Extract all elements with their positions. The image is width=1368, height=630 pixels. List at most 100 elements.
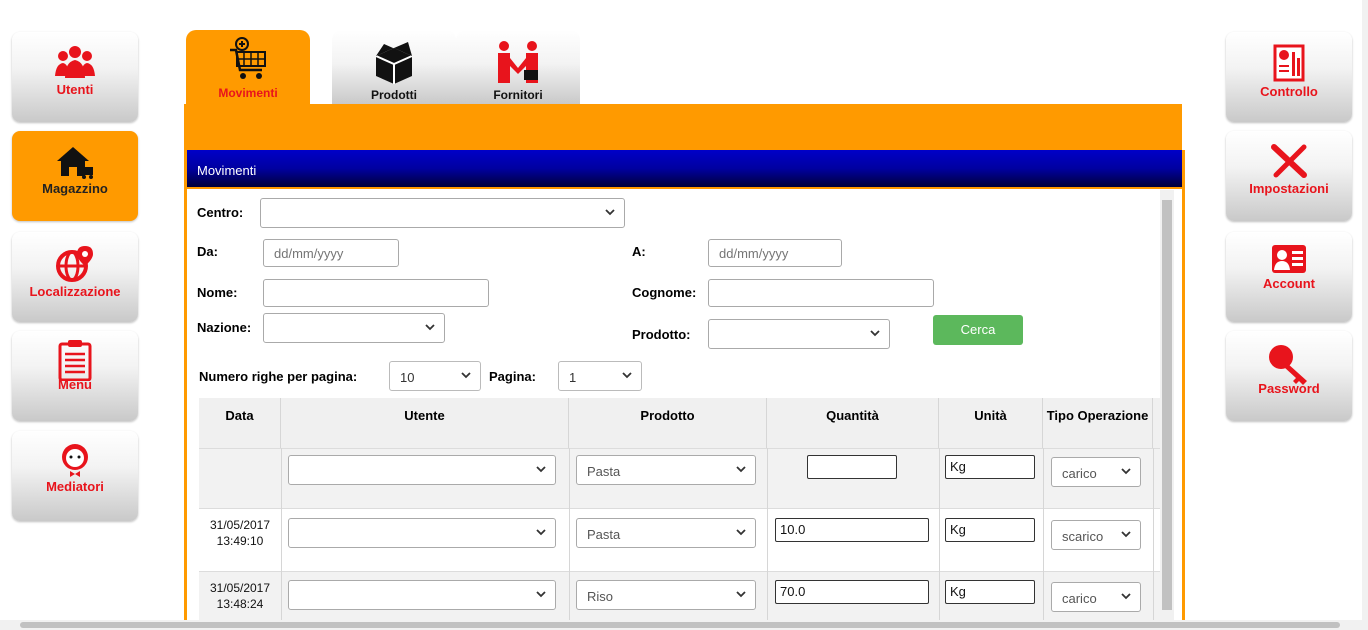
column-divider — [939, 448, 940, 630]
a-label: A: — [632, 244, 646, 259]
sidebar-item-label: Magazzino — [42, 181, 108, 196]
sidebar-item-impostazioni[interactable]: Impostazioni — [1226, 131, 1352, 221]
chevron-down-icon — [461, 372, 471, 379]
nome-field[interactable] — [263, 279, 489, 307]
nazione-select[interactable] — [263, 313, 445, 343]
suppliers-icon — [498, 41, 538, 83]
warehouse-icon — [57, 147, 93, 179]
rows-per-page-value: 10 — [400, 370, 415, 385]
da-label: Da: — [197, 244, 218, 259]
sidebar-item-label: Utenti — [56, 82, 94, 97]
row-date: 31/05/2017 — [209, 518, 271, 532]
chevron-down-icon — [536, 466, 546, 473]
chevron-down-icon — [622, 372, 632, 379]
sidebar-item-label: Account — [1263, 276, 1315, 291]
sidebar-item-magazzino[interactable]: Magazzino — [12, 131, 138, 221]
sidebar-item-label: Controllo — [1260, 84, 1318, 99]
page-vertical-scrollbar[interactable] — [1362, 0, 1368, 620]
chevron-down-icon — [736, 529, 746, 536]
cognome-label: Cognome: — [632, 285, 697, 300]
tab-movimenti[interactable]: Movimenti — [186, 30, 310, 105]
box-icon — [375, 42, 413, 84]
page-label: Pagina: — [489, 369, 536, 384]
column-header: Unità — [939, 398, 1043, 448]
rows-per-page-select[interactable]: 10 — [389, 361, 481, 391]
sidebar-item-account[interactable]: Account — [1226, 232, 1352, 322]
sidebar-item-mediatori[interactable]: Mediatori — [12, 431, 138, 521]
tab-fornitori[interactable]: Fornitori — [456, 30, 580, 104]
tab-prodotti[interactable]: Prodotti — [332, 30, 456, 104]
column-header: Utente — [281, 398, 569, 448]
date-cell: 31/05/2017 13:49:10 — [199, 517, 281, 549]
tab-label: Prodotti — [371, 88, 417, 102]
panel-title: Movimenti — [197, 163, 257, 178]
clipboard-list-icon — [58, 340, 92, 381]
cart-icon — [230, 37, 266, 79]
cognome-field[interactable] — [708, 279, 934, 307]
scrollbar-thumb[interactable] — [1162, 200, 1172, 610]
quantita-filter-field[interactable] — [807, 455, 897, 479]
prodotto-row-select[interactable]: Pasta — [576, 518, 756, 548]
sidebar-item-controllo[interactable]: Controllo — [1226, 32, 1352, 122]
utente-select[interactable] — [288, 518, 556, 548]
tipo-select[interactable]: scarico — [1051, 520, 1141, 550]
centro-select[interactable] — [260, 198, 625, 228]
tipo-select[interactable]: carico — [1051, 582, 1141, 612]
prodotto-row-value: Riso — [587, 589, 614, 604]
unita-filter-field[interactable]: Kg — [945, 455, 1035, 479]
chevron-down-icon — [1121, 593, 1131, 600]
sidebar-item-password[interactable]: Password — [1226, 331, 1352, 421]
tipo-filter-select[interactable]: carico — [1051, 457, 1141, 487]
da-date-field[interactable] — [263, 239, 399, 267]
utente-filter-select[interactable] — [288, 455, 556, 485]
sidebar-item-label: Menu — [58, 377, 92, 392]
prodotto-select[interactable] — [708, 319, 890, 349]
row-time: 13:48:24 — [216, 597, 264, 611]
nome-label: Nome: — [197, 285, 238, 300]
unita-field[interactable]: Kg — [945, 518, 1035, 542]
chevron-down-icon — [1121, 468, 1131, 475]
nazione-label: Nazione: — [197, 320, 252, 335]
column-divider — [569, 448, 570, 630]
sidebar-item-label: Impostazioni — [1249, 181, 1329, 196]
quantita-field[interactable]: 70.0 — [775, 580, 929, 604]
utente-select[interactable] — [288, 580, 556, 610]
movimenti-panel: Movimenti Centro: Da: A: Nome: Cognome: … — [184, 150, 1185, 630]
prodotto-filter-value: Pasta — [587, 464, 621, 479]
page-select[interactable]: 1 — [558, 361, 642, 391]
tab-label: Fornitori — [493, 88, 543, 102]
tab-label: Movimenti — [218, 86, 278, 100]
id-card-icon — [1272, 245, 1306, 273]
sidebar-item-label: Password — [1258, 381, 1320, 396]
prodotto-row-select[interactable]: Riso — [576, 580, 756, 610]
tipo-filter-value: carico — [1062, 466, 1097, 481]
mediator-person-icon — [62, 444, 88, 477]
prodotto-filter-select[interactable]: Pasta — [576, 455, 756, 485]
panel-vertical-scrollbar[interactable] — [1160, 190, 1174, 620]
cerca-button[interactable]: Cerca — [933, 315, 1023, 345]
page-horizontal-scrollbar[interactable] — [0, 620, 1368, 630]
column-header: Quantità — [767, 398, 939, 448]
column-header: Data — [199, 398, 281, 448]
chevron-down-icon — [605, 209, 615, 216]
column-header: Prodotto — [569, 398, 767, 448]
quantita-field[interactable]: 10.0 — [775, 518, 929, 542]
report-chart-icon — [1273, 44, 1305, 82]
sidebar-item-localizzazione[interactable]: Localizzazione — [12, 232, 138, 322]
chevron-down-icon — [536, 591, 546, 598]
prodotto-label: Prodotto: — [632, 327, 691, 342]
chevron-down-icon — [736, 591, 746, 598]
tools-icon — [1271, 144, 1307, 178]
unita-field[interactable]: Kg — [945, 580, 1035, 604]
chevron-down-icon — [1121, 531, 1131, 538]
date-cell: 31/05/2017 13:48:24 — [199, 580, 281, 612]
globe-location-icon — [56, 246, 93, 282]
sidebar-item-utenti[interactable]: Utenti — [12, 32, 138, 122]
scrollbar-thumb[interactable] — [20, 622, 1340, 628]
prodotto-row-value: Pasta — [587, 527, 621, 542]
tipo-value: scarico — [1062, 529, 1104, 544]
a-date-field[interactable] — [708, 239, 842, 267]
tipo-value: carico — [1062, 591, 1097, 606]
sidebar-item-menu[interactable]: Menu — [12, 331, 138, 421]
row-time: 13:49:10 — [216, 534, 264, 548]
